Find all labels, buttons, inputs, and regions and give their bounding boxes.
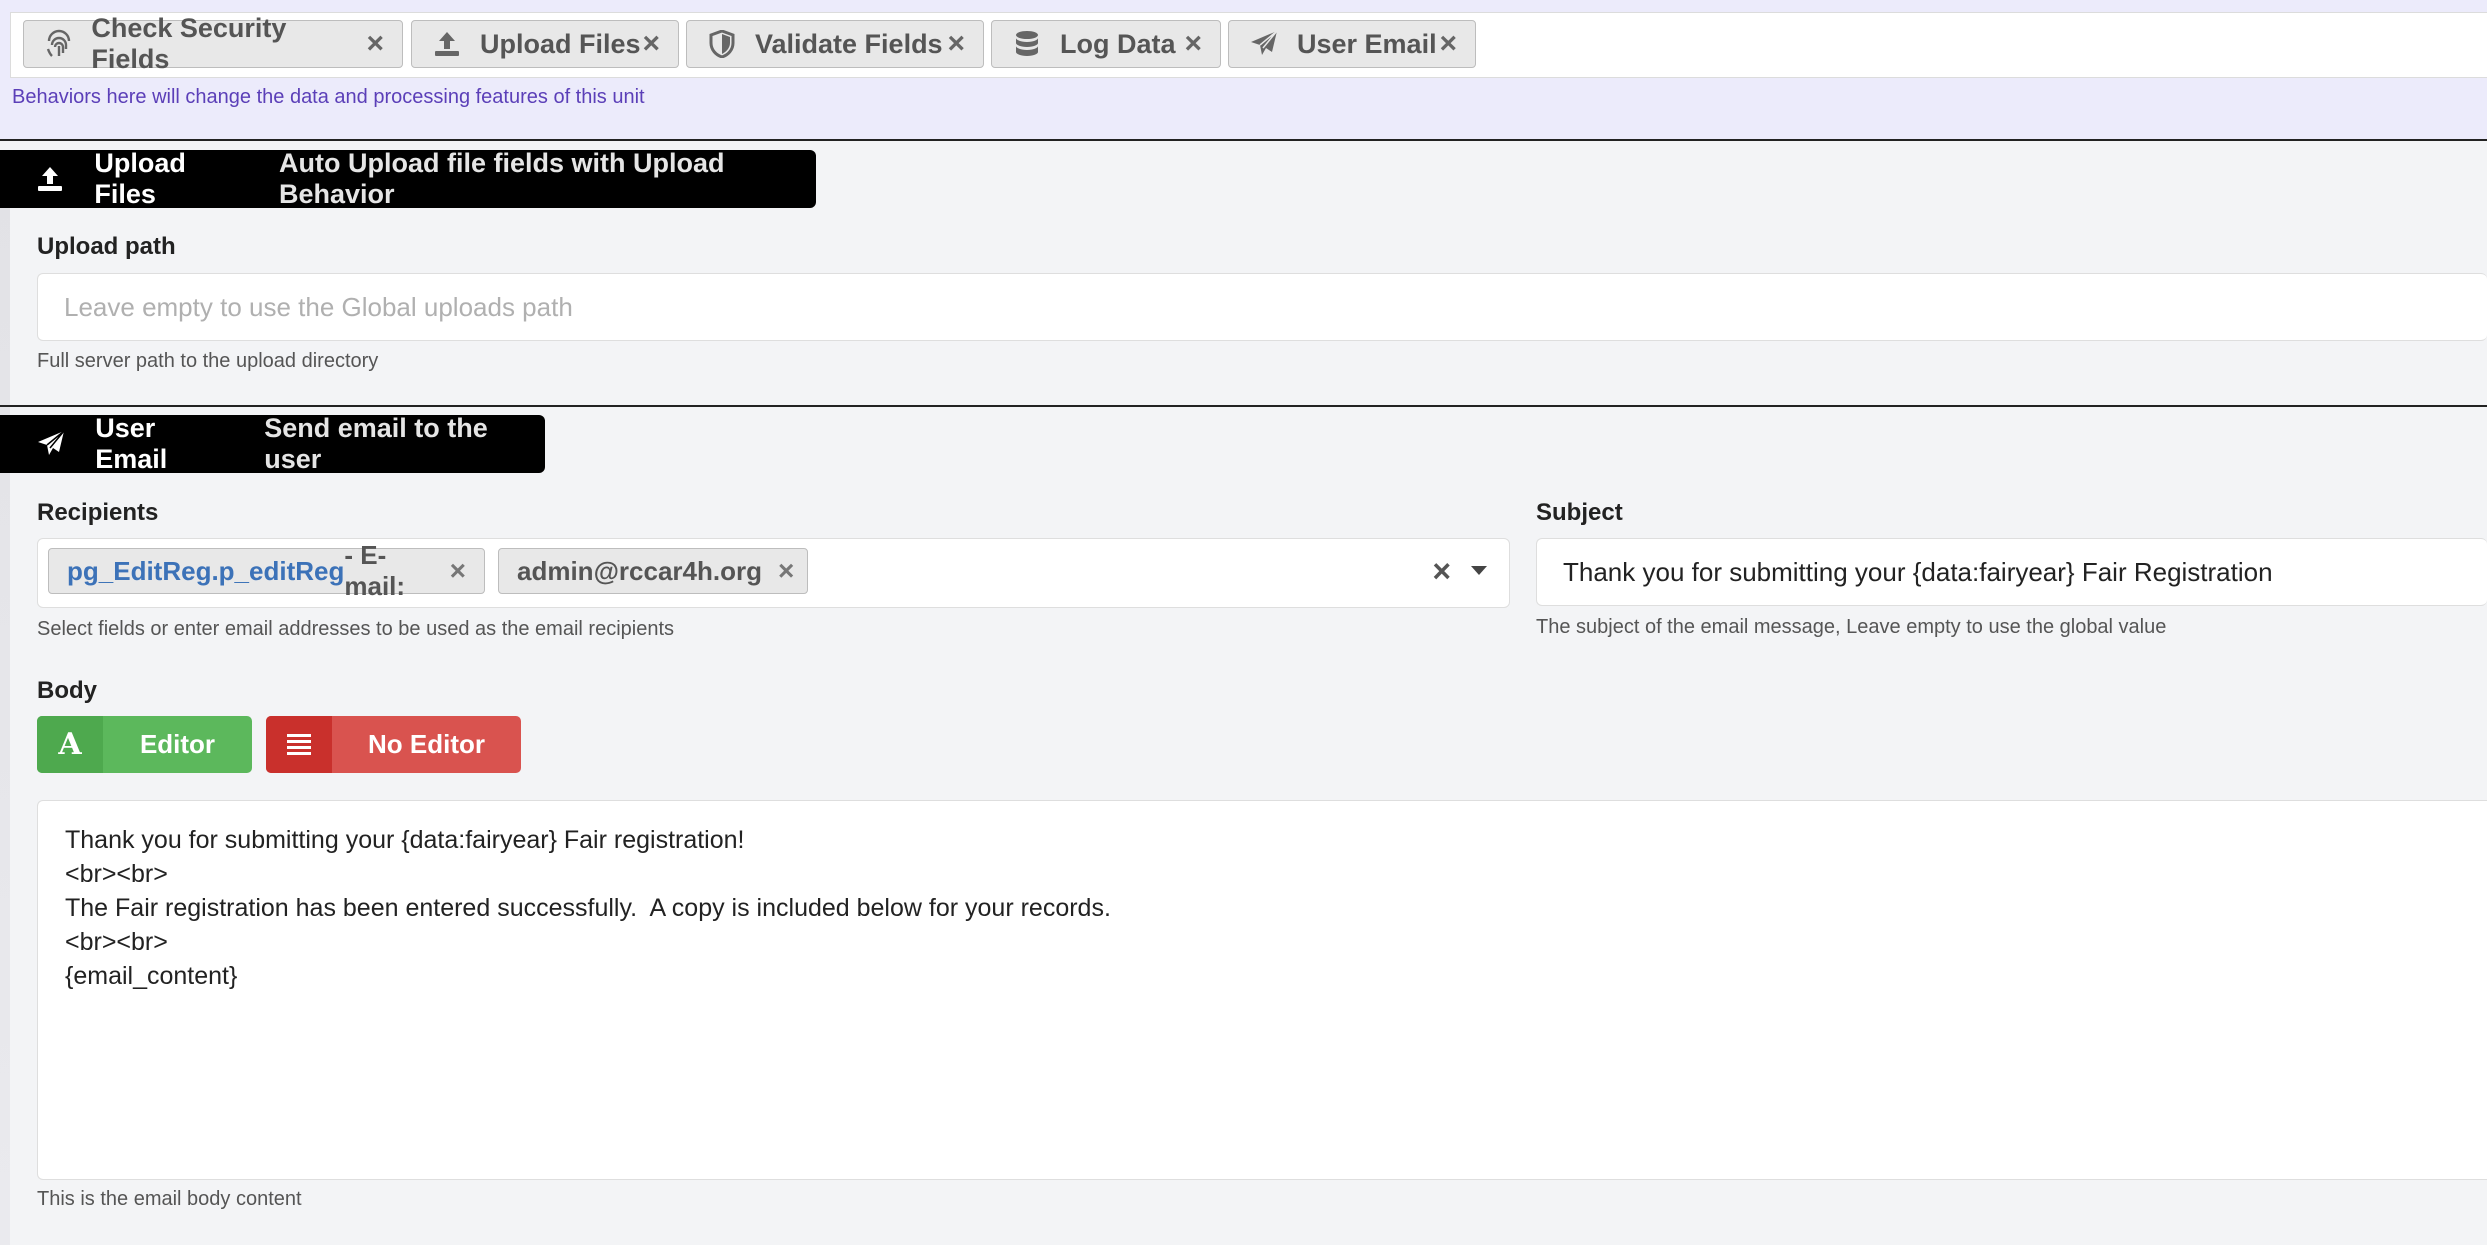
clear-recipients-icon[interactable]: × xyxy=(1432,553,1451,590)
left-gutter xyxy=(0,150,10,1245)
section-title: Upload Files xyxy=(94,148,186,209)
fingerprint-icon xyxy=(42,27,75,61)
remove-recipient-icon[interactable]: × xyxy=(450,555,466,587)
font-icon: A xyxy=(37,716,103,773)
behavior-tag-label: Check Security Fields xyxy=(91,13,287,74)
subject-help: The subject of the email message, Leave … xyxy=(1536,616,2167,638)
behaviors-tag-bar[interactable]: Check Security Fields × Upload Files × V… xyxy=(10,12,2487,78)
recipient-field-name: pg_EditReg.p_editReg xyxy=(67,555,345,586)
body-line: The Fair registration has been entered s… xyxy=(65,894,1111,922)
remove-tag-icon[interactable]: × xyxy=(1439,29,1457,59)
subject-field[interactable] xyxy=(1536,538,2487,606)
database-icon xyxy=(1010,27,1044,61)
body-label: Body xyxy=(37,677,97,704)
behavior-tag-user-email[interactable]: User Email × xyxy=(1228,20,1476,68)
upload-path-label: Upload path xyxy=(37,233,176,260)
recipient-chip[interactable]: pg_EditReg.p_editReg - E-mail: × xyxy=(48,540,485,601)
email-body-textarea[interactable]: Thank you for submitting your {data:fair… xyxy=(37,800,2487,1180)
recipient-chip[interactable]: admin@rccar4h.org × xyxy=(498,548,808,594)
subject-input[interactable] xyxy=(1537,539,2487,605)
user-email-section-header: User Email Send email to the user xyxy=(0,413,545,474)
recipient-field-suffix: - E-mail: xyxy=(344,540,406,601)
body-help: This is the email body content xyxy=(37,1188,302,1210)
upload-icon xyxy=(430,27,464,61)
recipients-label: Recipients xyxy=(37,499,159,526)
section-divider xyxy=(0,405,2487,407)
recipient-email: admin@rccar4h.org xyxy=(517,555,762,586)
behavior-tag-label: Log Data xyxy=(1060,28,1176,59)
upload-files-section-header: Upload Files Auto Upload file fields wit… xyxy=(0,148,816,209)
no-editor-button[interactable]: No Editor xyxy=(266,716,521,773)
upload-path-help: Full server path to the upload directory xyxy=(37,350,379,372)
remove-tag-icon[interactable]: × xyxy=(1184,29,1202,59)
behavior-tag-check-security-fields[interactable]: Check Security Fields × xyxy=(23,13,403,74)
behavior-tag-label: Upload Files xyxy=(480,28,641,59)
upload-path-input[interactable] xyxy=(38,274,2487,340)
behavior-tag-log-data[interactable]: Log Data × xyxy=(991,20,1221,68)
behavior-tag-validate-fields[interactable]: Validate Fields × xyxy=(686,20,984,68)
body-line: <br><br> xyxy=(65,928,168,956)
section-title: User Email xyxy=(95,413,168,474)
section-description: Send email to the user xyxy=(264,413,488,474)
shield-icon xyxy=(705,27,739,61)
subject-label: Subject xyxy=(1536,499,1623,526)
body-line: Thank you for submitting your {data:fair… xyxy=(65,826,745,854)
remove-tag-icon[interactable]: × xyxy=(642,29,660,59)
upload-path-field[interactable] xyxy=(37,273,2487,341)
behavior-tag-label: User Email xyxy=(1297,28,1437,59)
section-description: Auto Upload file fields with Upload Beha… xyxy=(278,148,725,209)
paper-plane-icon xyxy=(1247,27,1281,61)
remove-recipient-icon[interactable]: × xyxy=(778,555,794,587)
section-divider xyxy=(0,139,2487,141)
behavior-tag-label: Validate Fields xyxy=(755,28,943,59)
chevron-down-icon[interactable] xyxy=(1471,566,1487,575)
behavior-tag-upload-files[interactable]: Upload Files × xyxy=(411,20,679,68)
recipients-select[interactable]: pg_EditReg.p_editReg - E-mail: × admin@r… xyxy=(37,538,1510,608)
recipients-help: Select fields or enter email addresses t… xyxy=(37,618,675,640)
editor-button[interactable]: A Editor xyxy=(37,716,252,773)
body-line: <br><br> xyxy=(65,860,168,888)
remove-tag-icon[interactable]: × xyxy=(366,29,384,59)
upload-icon xyxy=(36,164,64,194)
paper-plane-icon xyxy=(36,429,65,459)
behaviors-note: Behaviors here will change the data and … xyxy=(12,86,645,108)
remove-tag-icon[interactable]: × xyxy=(947,29,965,59)
body-line: {email_content} xyxy=(65,962,238,990)
no-editor-button-label: No Editor xyxy=(368,729,485,759)
list-icon xyxy=(266,716,332,773)
editor-button-label: Editor xyxy=(139,729,216,759)
